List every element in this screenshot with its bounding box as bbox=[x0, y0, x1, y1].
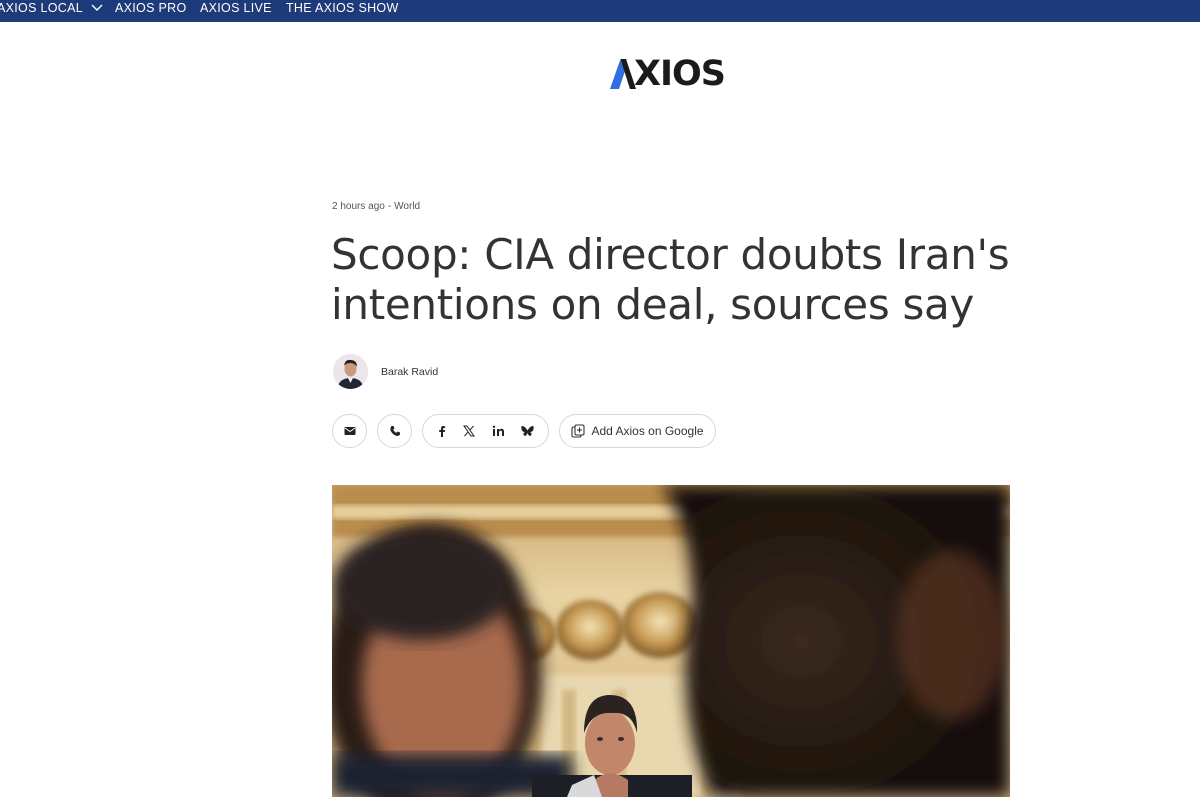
headline: Scoop: CIA director doubts Iran's intent… bbox=[331, 230, 1010, 329]
email-icon bbox=[344, 427, 355, 435]
timestamp: 2 hours ago bbox=[332, 201, 385, 212]
phone-button[interactable] bbox=[377, 414, 412, 448]
facebook-icon[interactable] bbox=[437, 425, 447, 437]
chevron-down-icon bbox=[91, 4, 103, 11]
hero-image bbox=[332, 485, 1010, 797]
article-meta: 2 hours ago - World bbox=[332, 201, 420, 212]
hero-photo bbox=[332, 485, 1010, 797]
linkedin-icon[interactable] bbox=[492, 425, 505, 437]
add-axios-on-google-button[interactable]: Add Axios on Google bbox=[559, 414, 716, 448]
nav-axios-show[interactable]: THE AXIOS SHOW bbox=[286, 0, 399, 16]
author-name[interactable]: Barak Ravid bbox=[381, 366, 438, 378]
author-avatar[interactable] bbox=[333, 354, 368, 389]
phone-icon bbox=[389, 426, 400, 436]
nav-axios-live[interactable]: AXIOS LIVE bbox=[200, 0, 272, 16]
avatar-image bbox=[333, 354, 368, 389]
logo-text: XIOS bbox=[634, 54, 726, 94]
bluesky-icon[interactable] bbox=[521, 425, 534, 437]
logo-mark bbox=[610, 59, 636, 89]
top-nav: AXIOS LOCAL AXIOS PRO AXIOS LIVE THE AXI… bbox=[0, 0, 1200, 22]
axios-logo[interactable]: XIOS bbox=[610, 55, 734, 93]
section-link[interactable]: World bbox=[394, 201, 420, 212]
nav-axios-local[interactable]: AXIOS LOCAL bbox=[0, 0, 103, 16]
x-icon[interactable] bbox=[463, 425, 476, 437]
social-share-group bbox=[422, 414, 549, 448]
meta-separator: - bbox=[387, 201, 392, 212]
email-button[interactable] bbox=[332, 414, 367, 448]
add-axios-on-google-label: Add Axios on Google bbox=[591, 424, 704, 438]
nav-axios-pro[interactable]: AXIOS PRO bbox=[115, 0, 186, 16]
nav-axios-local-label: AXIOS LOCAL bbox=[0, 1, 83, 15]
add-to-google-icon bbox=[571, 424, 586, 438]
